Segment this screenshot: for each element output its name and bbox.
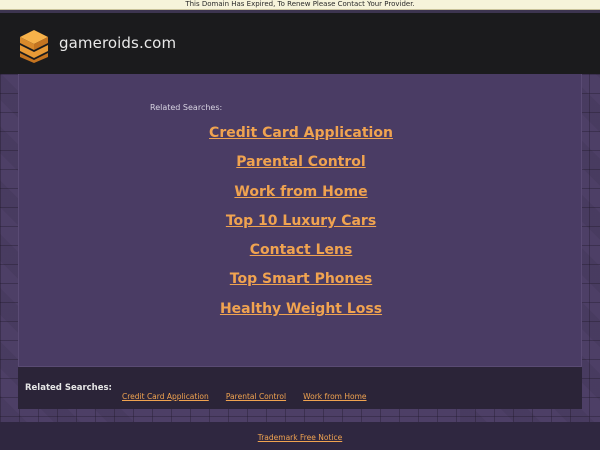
footer-links: Credit Card Application Parental Control…	[122, 384, 379, 403]
stacked-layers-logo-icon	[20, 30, 48, 63]
bottom-bar: Trademark Free Notice	[0, 422, 600, 450]
related-searches-panel: Related Searches: Credit Card Applicatio…	[18, 74, 582, 366]
site-header: gameroids.com	[0, 10, 600, 74]
related-link[interactable]: Contact Lens	[19, 239, 583, 268]
notice-text: This Domain Has Expired, To Renew Please…	[185, 0, 415, 8]
footer-related-searches: Related Searches: Credit Card Applicatio…	[18, 366, 582, 409]
related-link[interactable]: Top Smart Phones	[19, 268, 583, 297]
site-name: gameroids.com	[59, 34, 177, 52]
trademark-notice-link[interactable]: Trademark Free Notice	[258, 433, 343, 442]
footer-related-label: Related Searches:	[25, 383, 112, 393]
footer-link[interactable]: Credit Card Application	[122, 392, 209, 401]
related-link[interactable]: Top 10 Luxury Cars	[19, 210, 583, 239]
related-link[interactable]: Work from Home	[19, 181, 583, 210]
related-searches-label: Related Searches:	[150, 103, 223, 112]
related-links-list: Credit Card Application Parental Control…	[19, 122, 583, 327]
related-link[interactable]: Parental Control	[19, 151, 583, 180]
footer-link[interactable]: Work from Home	[303, 392, 366, 401]
related-link[interactable]: Credit Card Application	[19, 122, 583, 151]
domain-expired-notice: This Domain Has Expired, To Renew Please…	[0, 0, 600, 10]
footer-link[interactable]: Parental Control	[226, 392, 286, 401]
related-link[interactable]: Healthy Weight Loss	[19, 298, 583, 327]
